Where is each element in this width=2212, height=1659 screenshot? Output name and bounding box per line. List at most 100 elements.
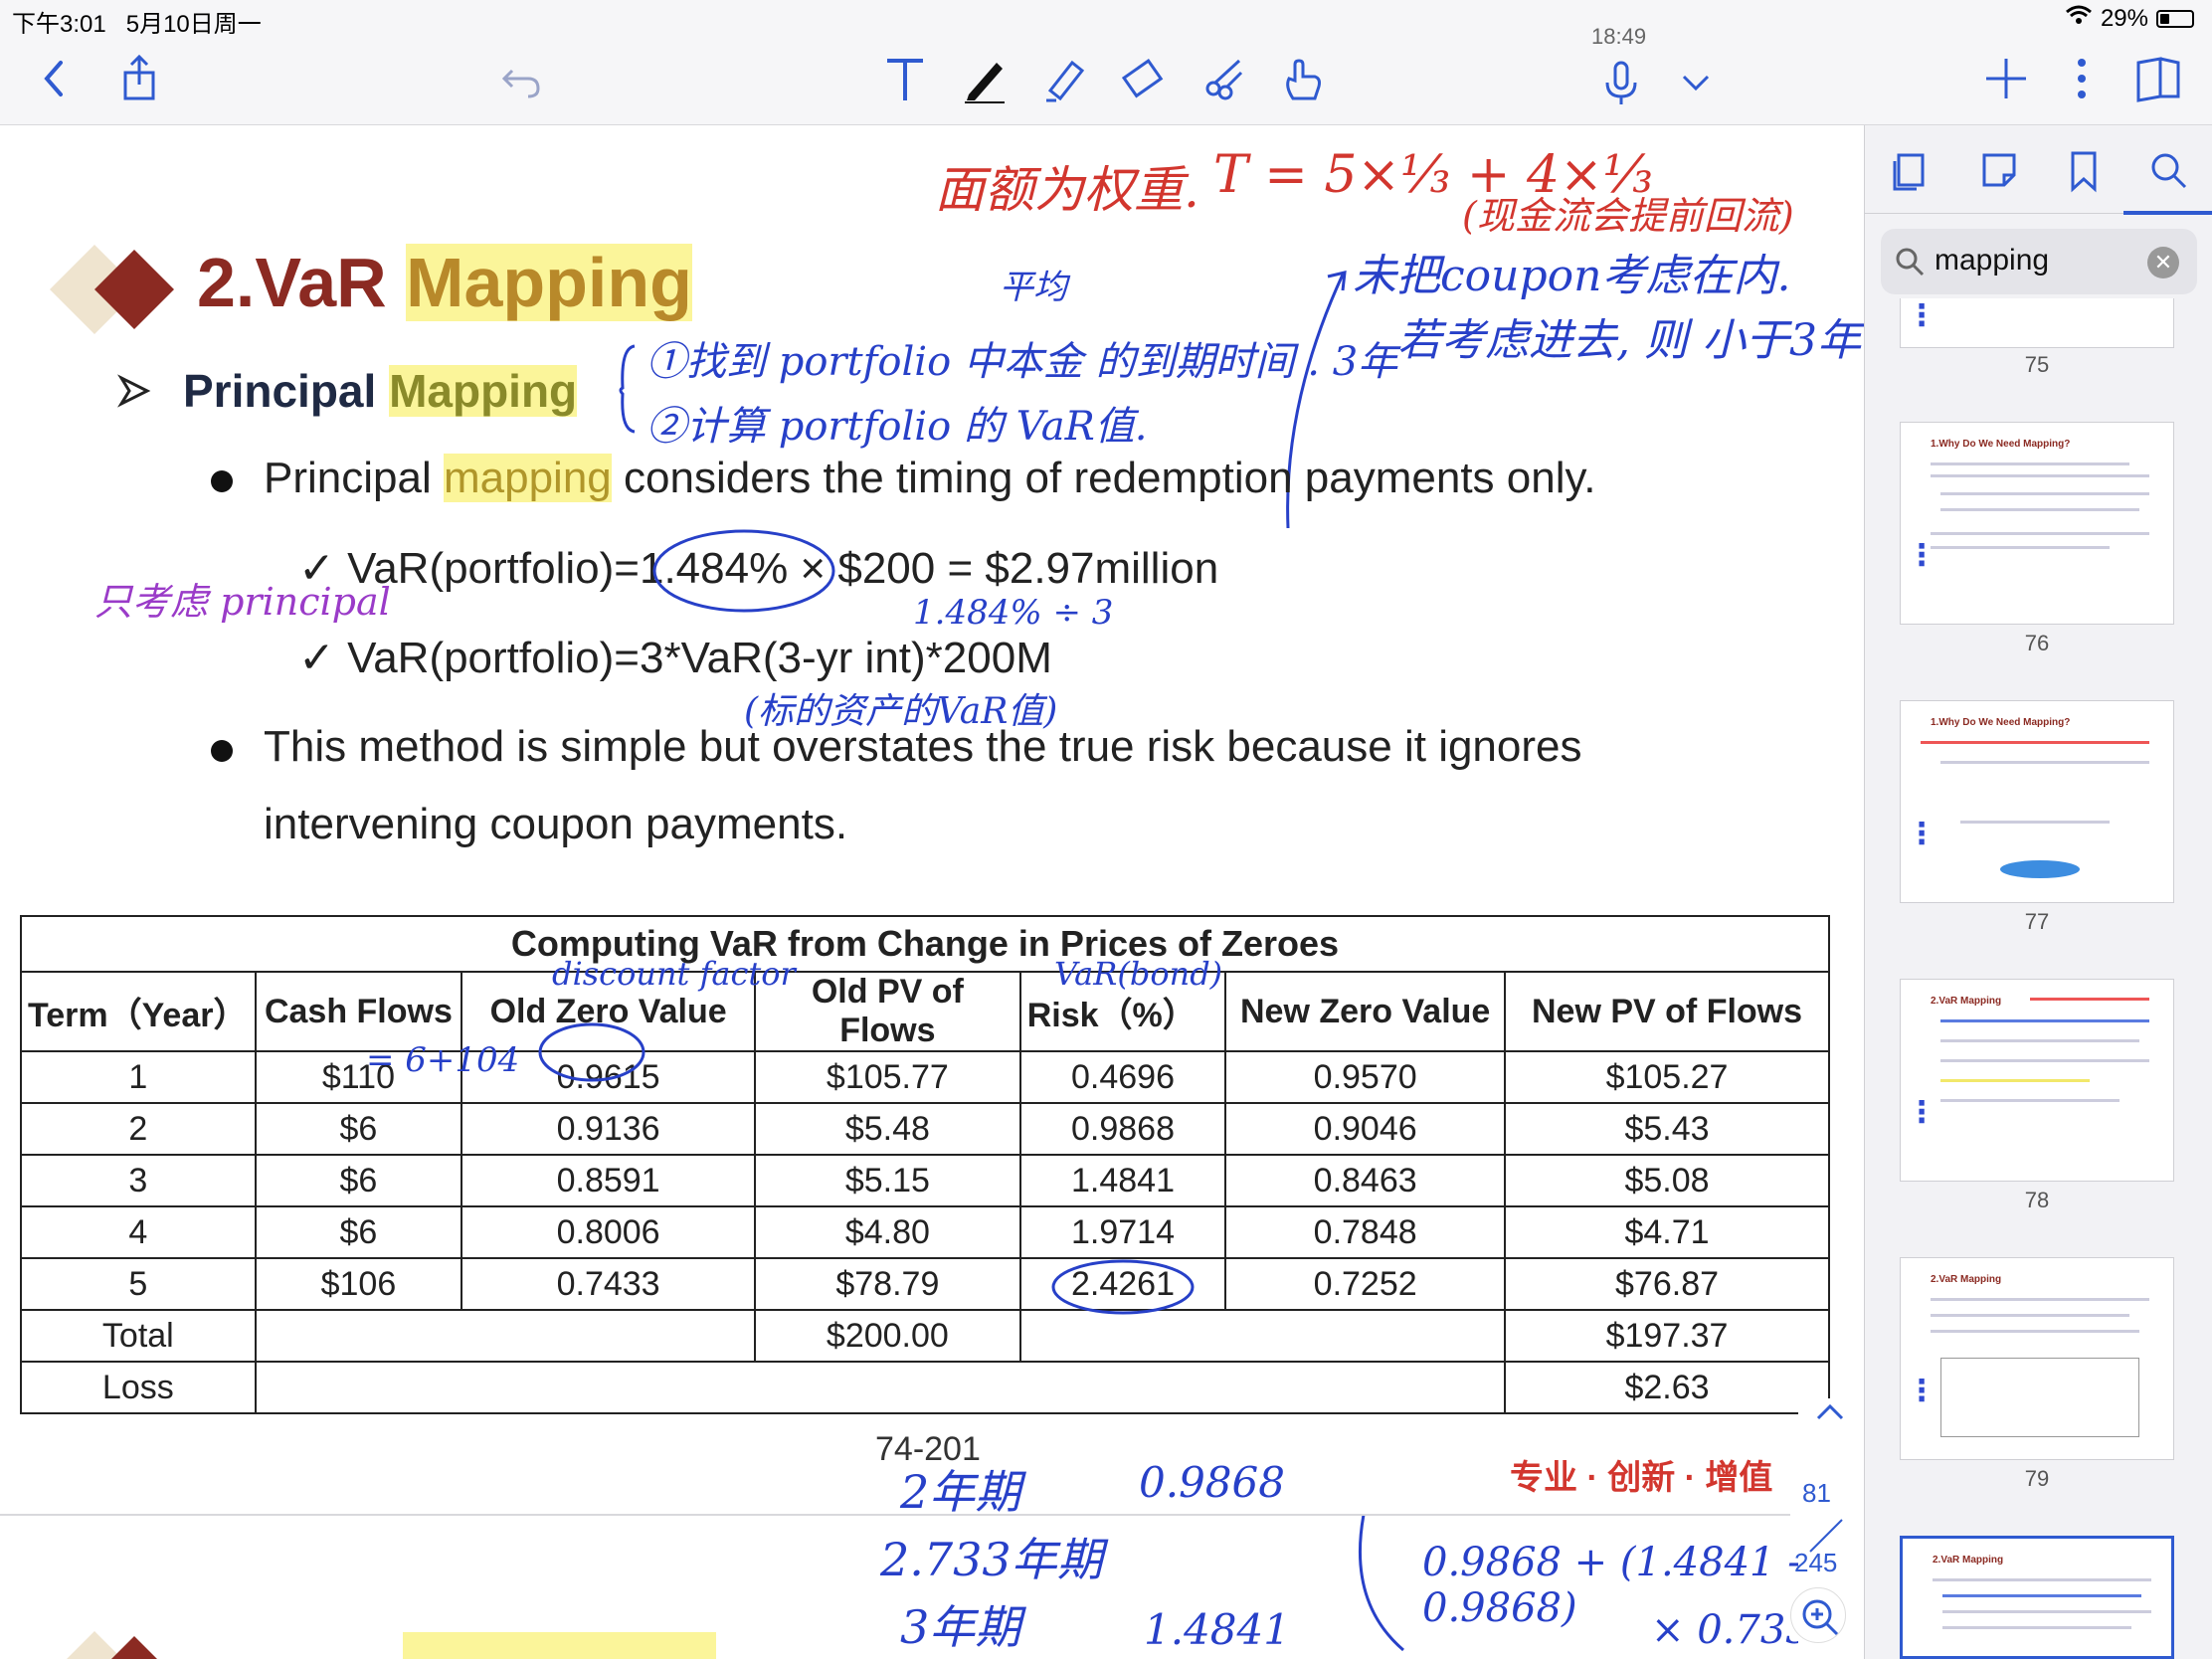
annotation-blue-varbond: VaR(bond) xyxy=(1054,955,1223,993)
table-cell: 4 xyxy=(20,1205,257,1259)
thumbnail-page-75[interactable]: ⋮ xyxy=(1900,298,2174,348)
table-row: 3 $6 0.8591 $5.15 1.4841 0.8463 $5.08 xyxy=(20,1154,1830,1207)
thumbnail-number: 77 xyxy=(2024,909,2050,934)
pages-view-icon[interactable] xyxy=(1887,145,1936,200)
table-cell: $105.77 xyxy=(754,1050,1021,1104)
next-slide-diamond-icon xyxy=(50,1621,179,1659)
lasso-icon[interactable] xyxy=(1189,44,1258,113)
share-icon[interactable] xyxy=(104,44,174,113)
thumbnail-page-current[interactable]: 2.VaR Mapping xyxy=(1900,1536,2174,1659)
table-cell: 0.9136 xyxy=(461,1102,756,1156)
thumbnail-page-77[interactable]: 1.Why Do We Need Mapping? ⋮ xyxy=(1900,700,2174,903)
table-header: New Zero Value xyxy=(1224,971,1507,1052)
chevron-up-icon[interactable] xyxy=(1814,1402,1846,1427)
thumbnail-menu-icon[interactable]: ⋮ xyxy=(1907,817,1936,851)
bullet1-text-pre: Principal xyxy=(264,454,432,502)
status-bar: 下午3:01 5月10日周一 29% xyxy=(0,0,2212,38)
search-icon[interactable] xyxy=(2143,145,2193,200)
annotation-blue-step2: ②计算 portfolio 的 VaR值. xyxy=(646,404,1148,450)
table-cell xyxy=(254,1361,1507,1414)
thumbnail-page-78[interactable]: 2.VaR Mapping ⋮ xyxy=(1900,979,2174,1182)
annotation-blue-2yr: 2年期 xyxy=(900,1465,1021,1519)
thumbnail-title: 2.VaR Mapping xyxy=(1933,1555,2004,1566)
annotation-blue-val1: 0.9868 xyxy=(1139,1458,1285,1507)
highlighter-icon[interactable] xyxy=(1029,44,1099,113)
zoom-icon[interactable] xyxy=(1790,1587,1846,1643)
table-cell: $4.80 xyxy=(754,1205,1021,1259)
undo-icon[interactable] xyxy=(487,44,557,113)
sticky-note-icon[interactable] xyxy=(1974,145,2024,200)
back-icon[interactable] xyxy=(20,44,90,113)
annotation-blue-less-than: 若考虑进去, 则 小于3年 xyxy=(1397,315,1861,366)
thumbnail-page-76[interactable]: 1.Why Do We Need Mapping? ⋮ xyxy=(1900,422,2174,625)
clear-search-icon[interactable]: ✕ xyxy=(2147,247,2179,278)
table-cell: 0.9570 xyxy=(1224,1050,1507,1104)
more-icon[interactable] xyxy=(2047,44,2117,113)
table-cell: $200.00 xyxy=(754,1309,1021,1363)
thumbnail-menu-icon[interactable]: ⋮ xyxy=(1907,298,1936,333)
table-header: New PV of Flows xyxy=(1504,971,1830,1052)
table-cell: 0.8591 xyxy=(461,1154,756,1207)
bullet1-text-post: considers the timing of redemption payme… xyxy=(624,454,1596,502)
mic-icon[interactable] xyxy=(1586,48,1656,117)
search-input[interactable] xyxy=(1935,241,2133,280)
table-row: 1 $110 0.9615 $105.77 0.4696 0.9570 $105… xyxy=(20,1050,1830,1104)
search-field[interactable]: ✕ xyxy=(1881,229,2197,294)
clock-label: 18:49 xyxy=(1591,24,1647,49)
book-icon[interactable] xyxy=(2123,44,2193,113)
battery-icon xyxy=(2156,9,2194,28)
annotation-blue-discount: discount factor xyxy=(552,955,796,993)
slide-title-highlight: Mapping xyxy=(406,244,692,321)
thumbnail-page-79[interactable]: 2.VaR Mapping ⋮ xyxy=(1900,1257,2174,1460)
add-icon[interactable] xyxy=(1971,44,2041,113)
thumbnail-title: 2.VaR Mapping xyxy=(1931,996,2002,1007)
thumbnail-number: 79 xyxy=(2024,1466,2050,1491)
eraser-icon[interactable] xyxy=(1109,44,1179,113)
table-cell: $78.79 xyxy=(754,1257,1021,1311)
table-cell: 0.7848 xyxy=(1224,1205,1507,1259)
thumbnail-title: 2.VaR Mapping xyxy=(1931,1274,2002,1285)
table-cell: $5.08 xyxy=(1504,1154,1830,1207)
search-field-icon xyxy=(1893,245,1927,283)
chevron-down-icon[interactable] xyxy=(1661,48,1731,117)
thumbnail-menu-icon[interactable]: ⋮ xyxy=(1907,1095,1936,1130)
page-current: 81 xyxy=(1802,1478,1831,1508)
search-tab-indicator xyxy=(2123,211,2212,215)
table-cell: $197.37 xyxy=(1504,1309,1830,1363)
table-cell: 1.9714 xyxy=(1018,1205,1227,1259)
table-cell: $4.71 xyxy=(1504,1205,1830,1259)
thumbnail-title: 1.Why Do We Need Mapping? xyxy=(1931,717,2071,728)
table-cell: 1.4841 xyxy=(1018,1154,1227,1207)
table-cell: 2 xyxy=(20,1102,257,1156)
table-row: 4 $6 0.8006 $4.80 1.9714 0.7848 $4.71 xyxy=(20,1205,1830,1259)
hand-icon[interactable] xyxy=(1268,44,1338,113)
table-cell: 0.8006 xyxy=(461,1205,756,1259)
thumbnail-table xyxy=(1940,1358,2139,1437)
table-cell: 0.7433 xyxy=(461,1257,756,1311)
check2-text: VaR(portfolio)=3*VaR(3-yr int)*200M xyxy=(347,634,1052,682)
text-tool-icon[interactable] xyxy=(870,44,940,113)
pen-icon[interactable] xyxy=(950,44,1019,113)
page-total: 245 xyxy=(1794,1548,1838,1577)
subheading-highlight: Mapping xyxy=(389,365,578,417)
arrow-bullet-icon xyxy=(116,374,157,414)
subheading: Principal Mapping xyxy=(183,364,578,418)
slide-title-number: 2.VaR xyxy=(197,244,387,321)
annotation-brace-icon xyxy=(617,344,637,434)
toolbar: 18:49 xyxy=(0,24,2212,125)
thumbnail-menu-icon[interactable]: ⋮ xyxy=(1907,1374,1936,1408)
annotation-blue-division: 1.484% ÷ 3 xyxy=(913,593,1114,633)
table-cell: $5.48 xyxy=(754,1102,1021,1156)
var-table: Computing VaR from Change in Prices of Z… xyxy=(20,915,1830,1414)
title-diamond-icon xyxy=(50,235,179,344)
thumbnail-ellipse xyxy=(2000,860,2080,878)
bullet-overstates-cont: intervening coupon payments. xyxy=(264,800,848,848)
table-cell: $5.43 xyxy=(1504,1102,1830,1156)
bookmark-icon[interactable] xyxy=(2059,145,2109,200)
table-cell: 0.9868 xyxy=(1018,1102,1227,1156)
thumbnail-number: 76 xyxy=(2024,631,2050,655)
bullet-dot xyxy=(211,470,233,492)
checkmark-icon: ✓ xyxy=(298,544,335,593)
thumbnail-menu-icon[interactable]: ⋮ xyxy=(1907,538,1936,573)
table-cell: Total xyxy=(20,1309,257,1363)
